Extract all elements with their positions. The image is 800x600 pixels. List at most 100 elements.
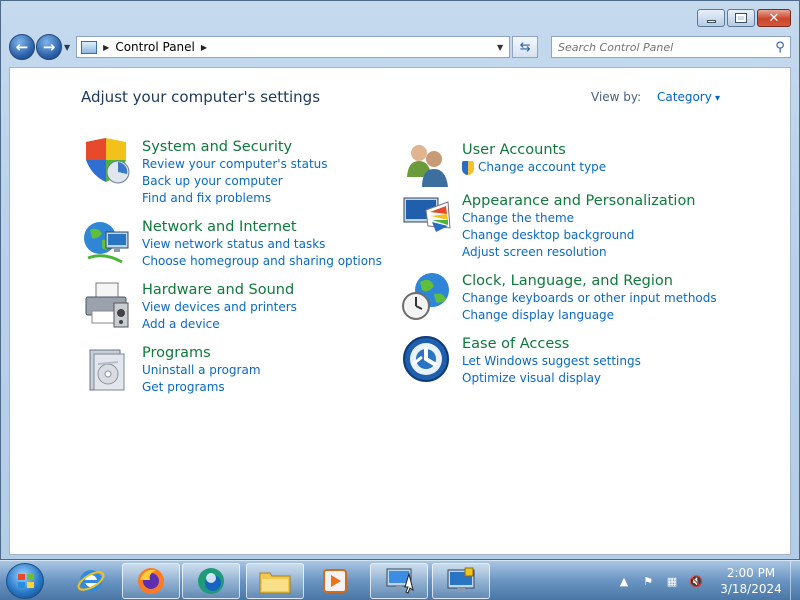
category-network-and-internet: Network and Internet View network status… [82,218,382,270]
breadcrumb-control-panel[interactable]: Control Panel [115,40,195,54]
windows-logo-icon [18,574,34,588]
printer-icon[interactable] [82,281,132,331]
link-display-language[interactable]: Change display language [462,307,717,324]
category-text: Clock, Language, and Region Change keybo… [462,272,717,324]
minimize-icon [706,19,716,23]
media-player-icon [323,569,347,593]
taskbar-media-player[interactable] [306,563,364,599]
ease-of-access-icon[interactable] [402,335,452,385]
view-by-label: View by: [591,90,642,104]
recent-pages-dropdown[interactable]: ▼ [64,43,70,52]
link-homegroup-sharing[interactable]: Choose homegroup and sharing options [142,253,382,270]
navigation-bar: ← → ▼ ▶ Control Panel ▶ ▼ ⇆ ⚲ [9,33,791,61]
link-uninstall-program[interactable]: Uninstall a program [142,362,261,379]
category-title[interactable]: Network and Internet [142,218,382,236]
link-change-theme[interactable]: Change the theme [462,210,696,227]
taskbar-control-panel[interactable] [370,563,428,599]
link-devices-printers[interactable]: View devices and printers [142,299,297,316]
address-dropdown-icon[interactable]: ▼ [497,43,503,52]
category-title[interactable]: System and Security [142,138,328,156]
link-get-programs[interactable]: Get programs [142,379,261,396]
category-text: System and Security Review your computer… [142,138,328,207]
page-title: Adjust your computer's settings [81,88,321,106]
link-review-status[interactable]: Review your computer's status [142,156,328,173]
category-text: Appearance and Personalization Change th… [462,192,696,261]
link-change-background[interactable]: Change desktop background [462,227,696,244]
view-by: View by: Category [591,90,720,104]
close-button[interactable]: ✕ [757,9,791,27]
maximize-button[interactable] [727,9,755,27]
globe-network-icon[interactable] [82,218,132,268]
link-suggest-settings[interactable]: Let Windows suggest settings [462,353,641,370]
link-optimize-display[interactable]: Optimize visual display [462,370,641,387]
category-title[interactable]: Appearance and Personalization [462,192,696,210]
maximize-icon [735,13,747,23]
address-bar[interactable]: ▶ Control Panel ▶ ▼ [76,36,511,58]
users-icon[interactable] [402,141,452,191]
link-change-account-type[interactable]: Change account type [462,159,606,176]
link-screen-resolution[interactable]: Adjust screen resolution [462,244,696,261]
edge-icon [198,568,224,594]
link-add-device[interactable]: Add a device [142,316,297,333]
remote-desktop-icon [447,567,475,592]
clock[interactable]: 2:00 PM 3/18/2024 [716,565,786,597]
breadcrumb-chevron-icon[interactable]: ▶ [103,43,109,52]
category-user-accounts: User Accounts Change account type [402,141,606,191]
minimize-button[interactable] [697,9,725,27]
show-desktop-button[interactable] [790,561,800,600]
caption-buttons: ✕ [697,9,791,27]
search-icon[interactable]: ⚲ [770,40,790,55]
file-explorer-icon [259,572,291,594]
category-text: User Accounts Change account type [462,141,606,191]
control-panel-icon [386,568,414,594]
firefox-icon [138,568,164,594]
category-system-and-security: System and Security Review your computer… [82,138,328,207]
breadcrumb-chevron-icon[interactable]: ▶ [201,43,207,52]
forward-button[interactable]: → [36,34,62,60]
category-title[interactable]: Hardware and Sound [142,281,297,299]
link-find-fix-problems[interactable]: Find and fix problems [142,190,328,207]
volume-muted-icon[interactable]: 🔇 [688,573,704,589]
taskbar-file-explorer[interactable] [246,563,304,599]
link-back-up[interactable]: Back up your computer [142,173,328,190]
control-panel-content: Adjust your computer's settings View by:… [9,67,791,555]
search-input[interactable] [558,40,770,54]
clock-globe-icon[interactable] [402,272,452,322]
category-title[interactable]: Ease of Access [462,335,641,353]
clock-time: 2:00 PM [726,566,776,580]
shield-icon[interactable] [82,138,132,188]
taskbar-edge[interactable] [182,563,240,599]
programs-box-icon[interactable] [82,344,132,394]
system-tray: ▲ ⚑ ▦ 🔇 2:00 PM 3/18/2024 [612,561,800,600]
taskbar-remote-desktop[interactable] [432,563,490,599]
network-icon[interactable]: ▦ [664,573,680,589]
refresh-button[interactable]: ⇆ [512,36,539,58]
uac-shield-icon [462,160,474,175]
category-clock-language-region: Clock, Language, and Region Change keybo… [402,272,717,324]
view-by-dropdown[interactable]: Category [657,90,720,104]
category-text: Network and Internet View network status… [142,218,382,270]
start-button[interactable] [6,563,44,599]
category-text: Programs Uninstall a program Get program… [142,344,261,396]
search-box[interactable]: ⚲ [551,36,791,58]
category-title[interactable]: User Accounts [462,141,606,159]
monitor-palette-icon[interactable] [402,192,452,242]
category-title[interactable]: Clock, Language, and Region [462,272,717,290]
control-panel-icon [81,40,98,54]
category-hardware-and-sound: Hardware and Sound View devices and prin… [82,281,297,333]
category-ease-of-access: Ease of Access Let Windows suggest setti… [402,335,641,387]
taskbar-internet-explorer[interactable] [62,563,120,599]
link-label: Change account type [478,160,607,174]
category-programs: Programs Uninstall a program Get program… [82,344,261,396]
action-center-flag-icon[interactable]: ⚑ [640,573,656,589]
close-icon: ✕ [768,10,780,26]
refresh-icon: ⇆ [519,39,531,55]
link-network-status[interactable]: View network status and tasks [142,236,382,253]
taskbar: ▲ ⚑ ▦ 🔇 2:00 PM 3/18/2024 [0,560,800,600]
back-button[interactable]: ← [9,34,35,60]
category-title[interactable]: Programs [142,344,261,362]
taskbar-firefox[interactable] [122,563,180,599]
internet-explorer-icon [77,570,105,592]
link-change-keyboards[interactable]: Change keyboards or other input methods [462,290,717,307]
show-hidden-icons-icon[interactable]: ▲ [616,573,632,589]
